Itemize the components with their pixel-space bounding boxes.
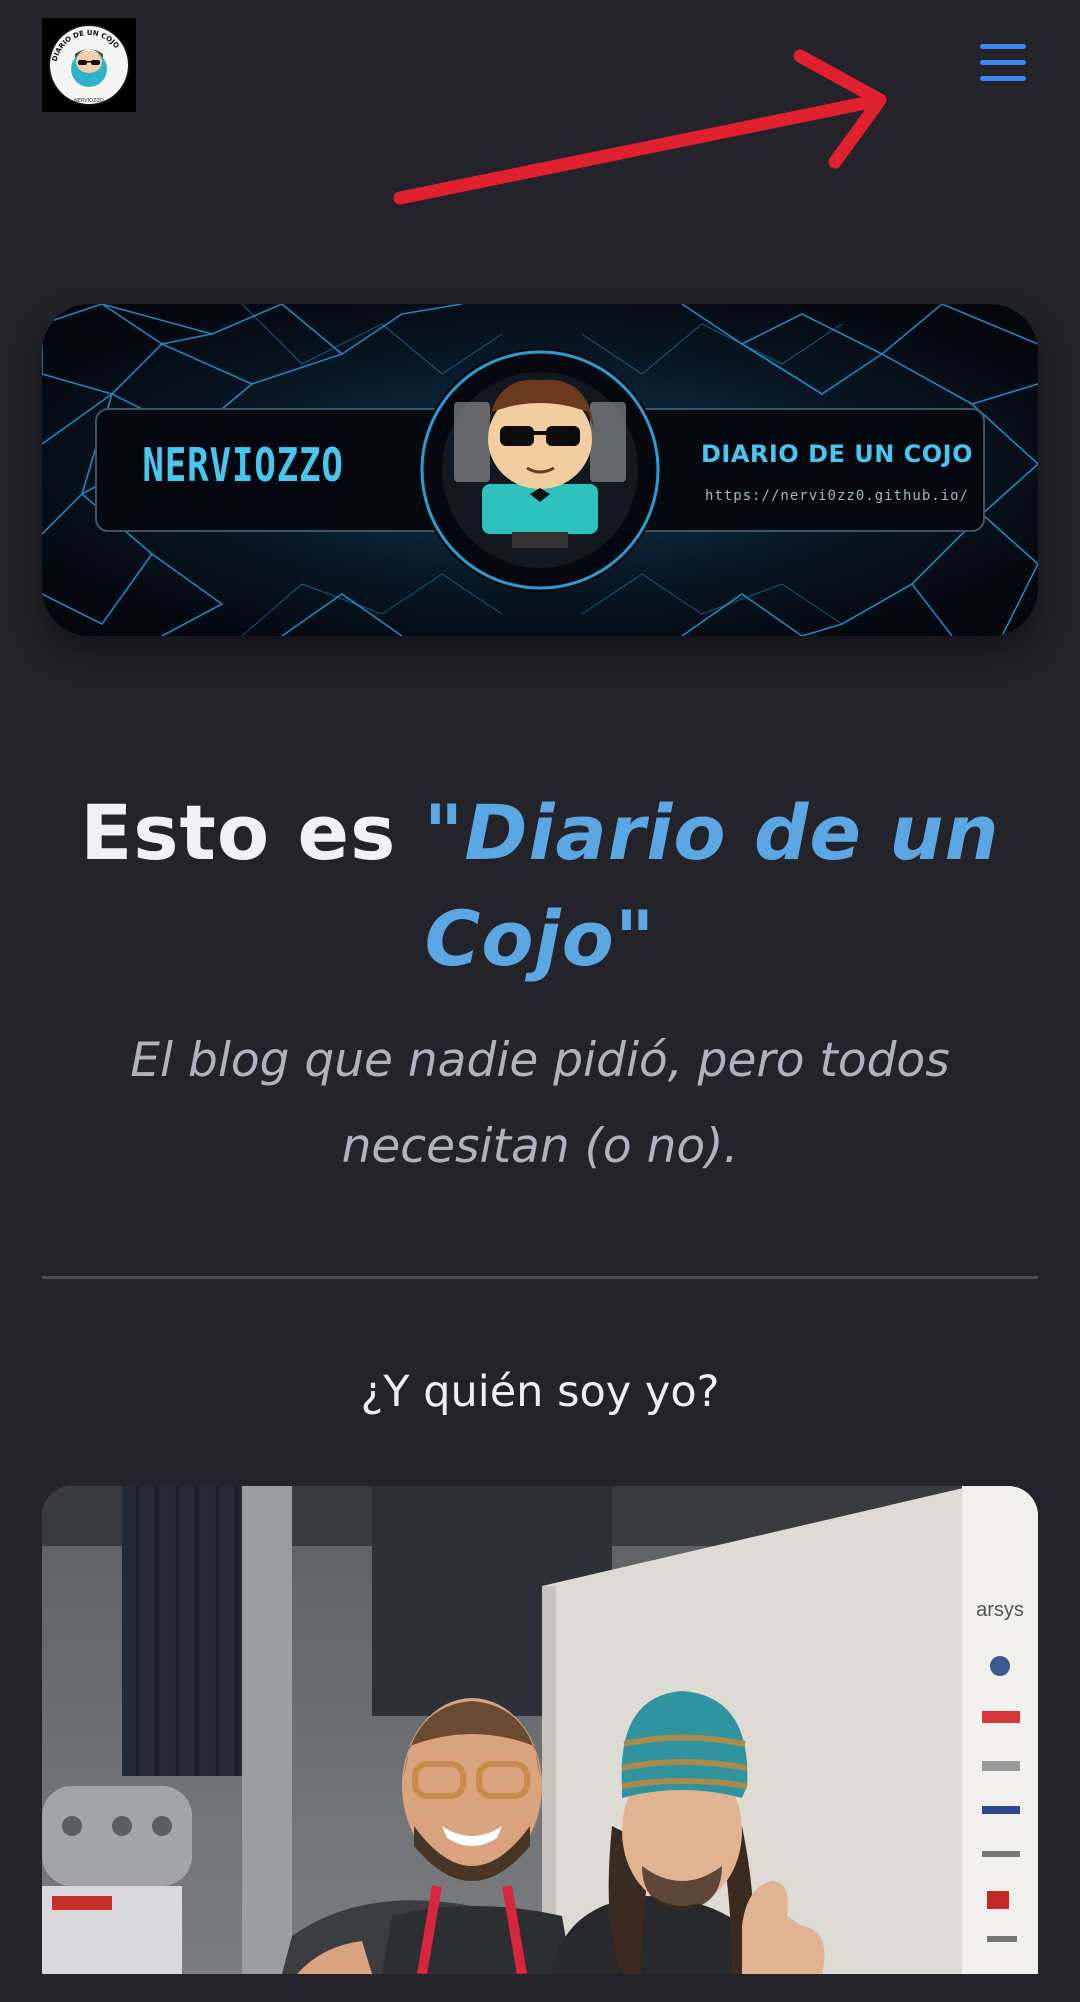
banner-url: https://nervi0zz0.github.io/ (704, 488, 969, 504)
banner-brand-text: NERVIOZZO (142, 438, 344, 492)
site-logo[interactable]: DIARIO DE UN COJO NERVIOZZO (42, 18, 136, 112)
logo-badge-icon: DIARIO DE UN COJO NERVIOZZO (42, 18, 136, 112)
title-highlight: "Diario de un Cojo" (423, 788, 1000, 983)
title-prefix: Esto es (80, 788, 424, 877)
logo-subtext: NERVIOZZO (74, 98, 104, 104)
top-navigation: DIARIO DE UN COJO NERVIOZZO (0, 0, 1080, 205)
tagline: El blog que nadie pidió, pero todos nece… (130, 1033, 950, 1174)
page-title: Esto es "Diario de un Cojo" (70, 780, 1010, 992)
hero-banner: NERVIOZZO DIARIO DE UN COJO https://nerv… (42, 304, 1038, 636)
about-heading: ¿Y quién soy yo? (360, 1367, 720, 1417)
banner-blog-title: DIARIO DE UN COJO (700, 440, 974, 468)
menu-line-icon (980, 76, 1026, 81)
hamburger-menu-button[interactable] (972, 36, 1034, 92)
author-photo-image: arsys (42, 1486, 1038, 1974)
menu-line-icon (980, 60, 1026, 65)
annotation-arrow (393, 49, 887, 205)
photo-sign-text: arsys (976, 1599, 1024, 1621)
section-divider (42, 1276, 1038, 1279)
author-photo: arsys (42, 1486, 1038, 1974)
menu-line-icon (980, 44, 1026, 49)
